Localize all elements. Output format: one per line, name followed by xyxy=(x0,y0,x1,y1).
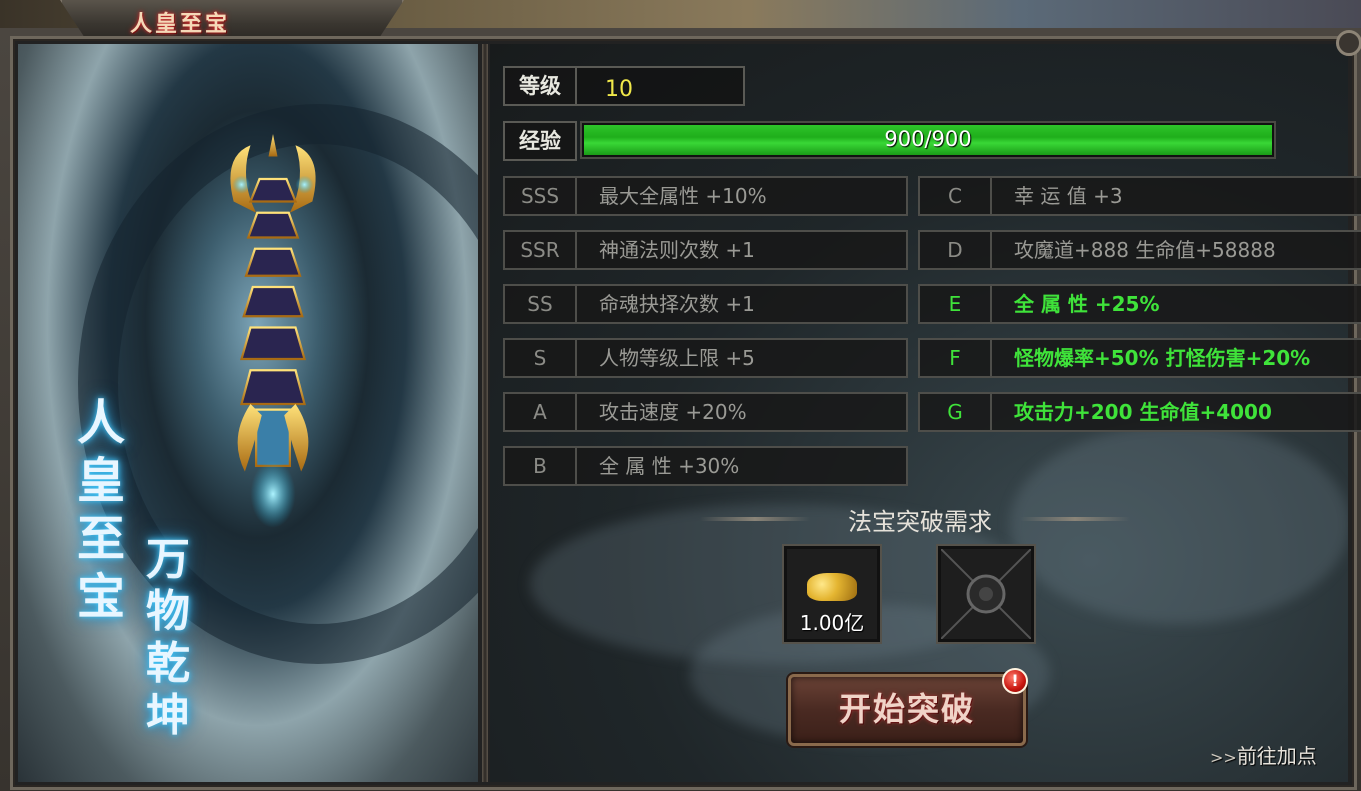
calligraphy-char: 宝 xyxy=(76,569,125,625)
calligraphy-char: 人 xyxy=(76,395,125,451)
requirement-slot-gold[interactable]: 1.00亿 xyxy=(782,544,882,644)
calligraphy-char: 物 xyxy=(146,586,190,637)
tier-row-a: A 攻击速度 +20% xyxy=(503,392,910,432)
tier-bonus: 幸 运 值 +3 xyxy=(990,176,1361,216)
tier-grade: SSR xyxy=(503,230,577,270)
tier-grade: D xyxy=(918,230,992,270)
experience-bar: 900/900 xyxy=(580,121,1276,159)
gold-amount: 1.00亿 xyxy=(799,611,865,635)
tier-grade: SSS xyxy=(503,176,577,216)
tier-grade: F xyxy=(918,338,992,378)
tier-row-ssr: SSR 神通法则次数 +1 xyxy=(503,230,910,270)
calligraphy-char: 皇 xyxy=(76,453,125,509)
frame-corner-ornament xyxy=(1336,30,1361,56)
tier-grade: E xyxy=(918,284,992,324)
double-arrow-icon: >> xyxy=(1210,748,1237,767)
tier-bonus: 最大全属性 +10% xyxy=(575,176,908,216)
requirement-title: 法宝突破需求 xyxy=(848,508,992,536)
tier-row-e: E全 属 性 +25% xyxy=(918,284,1361,324)
tier-row-d: D 攻魔道+888 生命值+58888 xyxy=(918,230,1361,270)
calligraphy-char: 坤 xyxy=(146,690,190,741)
treasure-artwork-panel: 人 皇 至 宝 万 物 乾 坤 xyxy=(18,44,478,782)
panel-divider xyxy=(482,44,488,782)
tier-bonus: 攻魔道+888 生命值+58888 xyxy=(990,230,1361,270)
empty-slot-icon xyxy=(941,549,1031,639)
tier-row-g: G 攻击力+200 生命值+4000 xyxy=(918,392,1361,432)
tier-grade: C xyxy=(918,176,992,216)
calligraphy-right: 万 物 乾 坤 xyxy=(133,534,203,742)
tier-bonus: 全 属 性 +30% xyxy=(575,446,908,486)
tier-grade: A xyxy=(503,392,577,432)
tier-bonus: 全 属 性 +25% xyxy=(990,284,1361,324)
level-label: 等级 xyxy=(503,66,577,106)
tier-grade: B xyxy=(503,446,577,486)
level-value: 10 xyxy=(605,77,633,102)
tier-bonus: 怪物爆率+50% 打怪伤害+20% xyxy=(990,338,1361,378)
tier-row-s: S 人物等级上限 +5 xyxy=(503,338,910,378)
calligraphy-char: 乾 xyxy=(146,638,190,689)
goto-attribute-points-link[interactable]: >>前往加点 xyxy=(1210,740,1340,768)
tier-row-f: F 怪物爆率+50% 打怪伤害+20% xyxy=(918,338,1361,378)
tier-grade: S xyxy=(503,338,577,378)
tier-bonus: 人物等级上限 +5 xyxy=(575,338,908,378)
tier-bonus: 攻击速度 +20% xyxy=(575,392,908,432)
tier-row-c: C幸 运 值 +3 xyxy=(918,176,1361,216)
experience-text: 900/900 xyxy=(884,127,972,151)
level-value-box xyxy=(575,66,745,106)
tier-bonus: 命魂抉择次数 +1 xyxy=(575,284,908,324)
experience-label: 经验 xyxy=(503,121,577,161)
alert-badge: ! xyxy=(1002,668,1028,694)
pagoda-treasure-icon xyxy=(230,134,316,528)
calligraphy-char: 万 xyxy=(146,534,190,585)
tier-grade: SS xyxy=(503,284,577,324)
calligraphy-left: 人 皇 至 宝 xyxy=(66,394,136,626)
tier-bonus: 攻击力+200 生命值+4000 xyxy=(990,392,1361,432)
tier-row-sss: SSS 最大全属性 +10% xyxy=(503,176,910,216)
gold-coins-icon xyxy=(807,573,857,601)
window-title: 人皇至宝 xyxy=(130,11,231,37)
tier-row-ss: SS 命魂抉择次数 +1 xyxy=(503,284,910,324)
start-breakthrough-button[interactable]: 开始突破 xyxy=(788,674,1026,746)
tier-grade: G xyxy=(918,392,992,432)
requirement-slot-empty[interactable] xyxy=(936,544,1036,644)
goto-points-label: 前往加点 xyxy=(1236,744,1317,768)
tier-row-b: B全 属 性 +30% xyxy=(503,446,910,486)
tier-bonus: 神通法则次数 +1 xyxy=(575,230,908,270)
calligraphy-char: 至 xyxy=(76,511,125,567)
